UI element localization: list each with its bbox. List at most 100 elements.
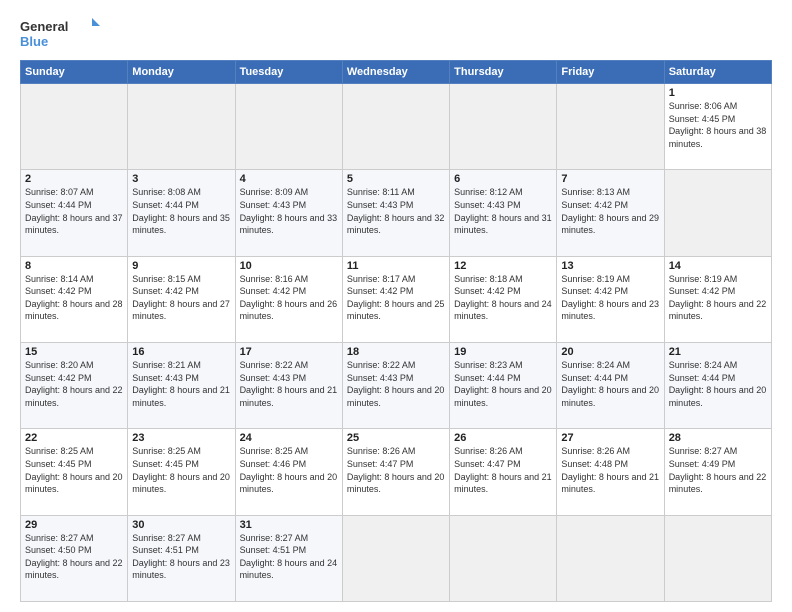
day-cell-8: 8Sunrise: 8:14 AMSunset: 4:42 PMDaylight… [21, 256, 128, 342]
day-info: Sunrise: 8:27 AMSunset: 4:51 PMDaylight:… [132, 532, 230, 582]
day-info: Sunrise: 8:26 AMSunset: 4:47 PMDaylight:… [454, 445, 552, 495]
day-info: Sunrise: 8:25 AMSunset: 4:45 PMDaylight:… [25, 445, 123, 495]
day-info: Sunrise: 8:13 AMSunset: 4:42 PMDaylight:… [561, 186, 659, 236]
day-info: Sunrise: 8:15 AMSunset: 4:42 PMDaylight:… [132, 273, 230, 323]
day-info: Sunrise: 8:27 AMSunset: 4:51 PMDaylight:… [240, 532, 338, 582]
day-info: Sunrise: 8:17 AMSunset: 4:42 PMDaylight:… [347, 273, 445, 323]
day-info: Sunrise: 8:23 AMSunset: 4:44 PMDaylight:… [454, 359, 552, 409]
day-cell-9: 9Sunrise: 8:15 AMSunset: 4:42 PMDaylight… [128, 256, 235, 342]
day-info: Sunrise: 8:26 AMSunset: 4:48 PMDaylight:… [561, 445, 659, 495]
day-info: Sunrise: 8:27 AMSunset: 4:49 PMDaylight:… [669, 445, 767, 495]
day-number: 14 [669, 260, 767, 272]
day-cell-2: 2Sunrise: 8:07 AMSunset: 4:44 PMDaylight… [21, 170, 128, 256]
day-number: 27 [561, 432, 659, 444]
empty-cell [557, 84, 664, 170]
day-info: Sunrise: 8:26 AMSunset: 4:47 PMDaylight:… [347, 445, 445, 495]
day-number: 7 [561, 173, 659, 185]
day-info: Sunrise: 8:12 AMSunset: 4:43 PMDaylight:… [454, 186, 552, 236]
col-header-tuesday: Tuesday [235, 61, 342, 84]
day-number: 13 [561, 260, 659, 272]
general-blue-logo: General Blue [20, 16, 100, 52]
day-number: 28 [669, 432, 767, 444]
day-info: Sunrise: 8:22 AMSunset: 4:43 PMDaylight:… [347, 359, 445, 409]
day-number: 16 [132, 346, 230, 358]
calendar-row-6: 29Sunrise: 8:27 AMSunset: 4:50 PMDayligh… [21, 515, 772, 601]
day-number: 6 [454, 173, 552, 185]
day-cell-12: 12Sunrise: 8:18 AMSunset: 4:42 PMDayligh… [450, 256, 557, 342]
day-number: 25 [347, 432, 445, 444]
day-number: 20 [561, 346, 659, 358]
day-info: Sunrise: 8:06 AMSunset: 4:45 PMDaylight:… [669, 100, 767, 150]
empty-cell [450, 84, 557, 170]
day-info: Sunrise: 8:21 AMSunset: 4:43 PMDaylight:… [132, 359, 230, 409]
calendar-table: SundayMondayTuesdayWednesdayThursdayFrid… [20, 60, 772, 602]
empty-cell [342, 515, 449, 601]
day-number: 22 [25, 432, 123, 444]
day-number: 23 [132, 432, 230, 444]
day-info: Sunrise: 8:24 AMSunset: 4:44 PMDaylight:… [669, 359, 767, 409]
day-cell-3: 3Sunrise: 8:08 AMSunset: 4:44 PMDaylight… [128, 170, 235, 256]
day-info: Sunrise: 8:25 AMSunset: 4:46 PMDaylight:… [240, 445, 338, 495]
day-cell-14: 14Sunrise: 8:19 AMSunset: 4:42 PMDayligh… [664, 256, 771, 342]
empty-cell [450, 515, 557, 601]
logo: General Blue [20, 16, 100, 52]
day-cell-7: 7Sunrise: 8:13 AMSunset: 4:42 PMDaylight… [557, 170, 664, 256]
day-cell-29: 29Sunrise: 8:27 AMSunset: 4:50 PMDayligh… [21, 515, 128, 601]
page: General Blue SundayMondayTuesdayWednesda… [0, 0, 792, 612]
day-info: Sunrise: 8:11 AMSunset: 4:43 PMDaylight:… [347, 186, 445, 236]
day-info: Sunrise: 8:09 AMSunset: 4:43 PMDaylight:… [240, 186, 338, 236]
day-cell-21: 21Sunrise: 8:24 AMSunset: 4:44 PMDayligh… [664, 342, 771, 428]
day-cell-22: 22Sunrise: 8:25 AMSunset: 4:45 PMDayligh… [21, 429, 128, 515]
col-header-thursday: Thursday [450, 61, 557, 84]
col-header-sunday: Sunday [21, 61, 128, 84]
day-cell-25: 25Sunrise: 8:26 AMSunset: 4:47 PMDayligh… [342, 429, 449, 515]
calendar-header-row: SundayMondayTuesdayWednesdayThursdayFrid… [21, 61, 772, 84]
calendar-row-4: 15Sunrise: 8:20 AMSunset: 4:42 PMDayligh… [21, 342, 772, 428]
header: General Blue [20, 16, 772, 52]
day-number: 10 [240, 260, 338, 272]
col-header-monday: Monday [128, 61, 235, 84]
day-cell-26: 26Sunrise: 8:26 AMSunset: 4:47 PMDayligh… [450, 429, 557, 515]
day-number: 1 [669, 87, 767, 99]
day-cell-4: 4Sunrise: 8:09 AMSunset: 4:43 PMDaylight… [235, 170, 342, 256]
col-header-saturday: Saturday [664, 61, 771, 84]
calendar-row-1: 1Sunrise: 8:06 AMSunset: 4:45 PMDaylight… [21, 84, 772, 170]
day-info: Sunrise: 8:18 AMSunset: 4:42 PMDaylight:… [454, 273, 552, 323]
day-number: 11 [347, 260, 445, 272]
empty-cell [557, 515, 664, 601]
day-cell-19: 19Sunrise: 8:23 AMSunset: 4:44 PMDayligh… [450, 342, 557, 428]
day-cell-1: 1Sunrise: 8:06 AMSunset: 4:45 PMDaylight… [664, 84, 771, 170]
day-number: 8 [25, 260, 123, 272]
day-number: 24 [240, 432, 338, 444]
day-cell-17: 17Sunrise: 8:22 AMSunset: 4:43 PMDayligh… [235, 342, 342, 428]
calendar-row-5: 22Sunrise: 8:25 AMSunset: 4:45 PMDayligh… [21, 429, 772, 515]
day-cell-28: 28Sunrise: 8:27 AMSunset: 4:49 PMDayligh… [664, 429, 771, 515]
day-cell-15: 15Sunrise: 8:20 AMSunset: 4:42 PMDayligh… [21, 342, 128, 428]
svg-text:Blue: Blue [20, 34, 48, 49]
day-number: 21 [669, 346, 767, 358]
day-info: Sunrise: 8:24 AMSunset: 4:44 PMDaylight:… [561, 359, 659, 409]
day-number: 3 [132, 173, 230, 185]
day-cell-18: 18Sunrise: 8:22 AMSunset: 4:43 PMDayligh… [342, 342, 449, 428]
day-cell-11: 11Sunrise: 8:17 AMSunset: 4:42 PMDayligh… [342, 256, 449, 342]
day-info: Sunrise: 8:08 AMSunset: 4:44 PMDaylight:… [132, 186, 230, 236]
day-number: 17 [240, 346, 338, 358]
day-number: 2 [25, 173, 123, 185]
svg-text:General: General [20, 19, 68, 34]
day-cell-5: 5Sunrise: 8:11 AMSunset: 4:43 PMDaylight… [342, 170, 449, 256]
empty-cell [21, 84, 128, 170]
day-number: 12 [454, 260, 552, 272]
day-cell-10: 10Sunrise: 8:16 AMSunset: 4:42 PMDayligh… [235, 256, 342, 342]
day-cell-6: 6Sunrise: 8:12 AMSunset: 4:43 PMDaylight… [450, 170, 557, 256]
day-info: Sunrise: 8:20 AMSunset: 4:42 PMDaylight:… [25, 359, 123, 409]
day-number: 9 [132, 260, 230, 272]
col-header-wednesday: Wednesday [342, 61, 449, 84]
empty-cell [664, 170, 771, 256]
day-number: 26 [454, 432, 552, 444]
calendar-row-2: 2Sunrise: 8:07 AMSunset: 4:44 PMDaylight… [21, 170, 772, 256]
day-cell-30: 30Sunrise: 8:27 AMSunset: 4:51 PMDayligh… [128, 515, 235, 601]
day-cell-16: 16Sunrise: 8:21 AMSunset: 4:43 PMDayligh… [128, 342, 235, 428]
day-info: Sunrise: 8:27 AMSunset: 4:50 PMDaylight:… [25, 532, 123, 582]
day-info: Sunrise: 8:25 AMSunset: 4:45 PMDaylight:… [132, 445, 230, 495]
day-cell-23: 23Sunrise: 8:25 AMSunset: 4:45 PMDayligh… [128, 429, 235, 515]
